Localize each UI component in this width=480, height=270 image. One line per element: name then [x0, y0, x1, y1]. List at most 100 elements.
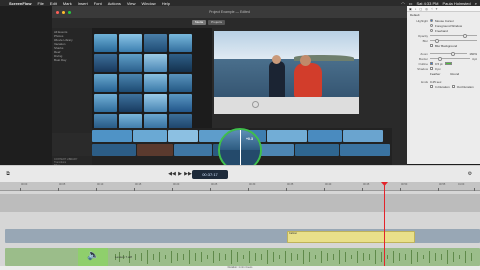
menu-view[interactable]: View: [127, 1, 136, 6]
ruler-label: 01:00: [458, 183, 465, 186]
menu-insert[interactable]: Insert: [78, 1, 88, 6]
play-circle-icon[interactable]: [252, 101, 259, 108]
ends-value[interactable]: 0.25 sec: [430, 80, 441, 84]
library-item[interactable]: Boat Day: [54, 58, 90, 62]
preset-select[interactable]: Default: [410, 13, 420, 17]
transport-bar: ⧉ ◀◀ ▶ ▶▶ 00:37:17 ⚙: [0, 165, 480, 182]
out-duration-checkbox[interactable]: [451, 85, 455, 88]
audio-properties-icon[interactable]: ♪: [415, 7, 417, 11]
play-icon[interactable]: ▶: [176, 170, 184, 178]
screen-recording-icon[interactable]: ▢: [419, 7, 422, 11]
in-duration-checkbox[interactable]: [430, 85, 433, 88]
battery-icon[interactable]: ▭: [409, 1, 413, 6]
media-thumbnail[interactable]: [169, 94, 192, 112]
app-menu[interactable]: ScreenFlow: [9, 1, 31, 6]
timeline-clip[interactable]: [92, 130, 132, 142]
media-thumbnail[interactable]: [169, 74, 192, 92]
timeline-clip[interactable]: [174, 144, 212, 156]
media-thumbnail[interactable]: [144, 34, 167, 52]
media-thumbnail[interactable]: [169, 54, 192, 72]
tab-projects[interactable]: Projects: [208, 20, 226, 25]
clock[interactable]: Sat 4:33 PM: [416, 1, 438, 6]
empty-track[interactable]: [0, 194, 480, 212]
menu-font[interactable]: Font: [94, 1, 102, 6]
timeline-clip[interactable]: [133, 130, 167, 142]
fast-forward-icon[interactable]: ▶▶: [184, 170, 192, 178]
media-thumbnail[interactable]: [119, 54, 142, 72]
media-thumbnail[interactable]: [144, 94, 167, 112]
crop-icon[interactable]: ⧉: [4, 170, 12, 178]
blur-bg-row: Blur Background: [407, 43, 480, 48]
blur-background-checkbox[interactable]: [430, 44, 433, 47]
media-thumbnail[interactable]: [94, 54, 117, 72]
ruler-label: 00:50: [401, 183, 408, 186]
out-duration-label: Out Duration: [456, 84, 474, 89]
media-thumbnail[interactable]: [94, 94, 117, 112]
media-thumbnail[interactable]: [144, 54, 167, 72]
media-thumbnail[interactable]: [119, 34, 142, 52]
boat-deck: [214, 97, 359, 114]
highlight-window-radio[interactable]: [430, 24, 433, 27]
menu-window[interactable]: Window: [141, 1, 155, 6]
timeline-clip[interactable]: [343, 130, 383, 142]
tab-media[interactable]: Media: [192, 20, 207, 25]
media-thumbnail[interactable]: [119, 74, 142, 92]
timeline-clip[interactable]: [295, 144, 339, 156]
spotlight-icon[interactable]: ⌕: [475, 1, 477, 6]
timeline-clip[interactable]: [137, 144, 173, 156]
zoom-value[interactable]: 160%: [469, 52, 477, 56]
zoom-callout-label: +0.3: [246, 137, 253, 141]
opacity-slider[interactable]: [430, 33, 477, 38]
highlight-mouse-radio[interactable]: [430, 19, 433, 22]
audio-track[interactable]: [5, 248, 480, 266]
timeline-clip[interactable]: [308, 130, 342, 142]
shadow-checkbox[interactable]: [430, 67, 433, 70]
timeline-clip[interactable]: [267, 130, 307, 142]
timeline-clip[interactable]: [92, 144, 136, 156]
border-slider[interactable]: [430, 56, 470, 61]
text-icon[interactable]: T: [436, 7, 438, 11]
video-properties-icon[interactable]: ▣: [409, 7, 412, 11]
user-name[interactable]: Paula Holmsted: [443, 1, 471, 6]
border-label: Border: [418, 56, 428, 61]
callout-action-clip[interactable]: [287, 231, 415, 243]
media-thumbnail[interactable]: [94, 34, 117, 52]
timeline-clip[interactable]: [340, 144, 390, 156]
shadow-label: Shadow: [417, 66, 428, 71]
menu-help[interactable]: Help: [162, 1, 170, 6]
rewind-icon[interactable]: ◀◀: [168, 170, 176, 178]
outline-label: Outline: [418, 61, 428, 66]
highlight-mouse-label: Mouse Cursor: [435, 18, 454, 23]
timeline-clip[interactable]: [168, 130, 198, 142]
outline-checkbox[interactable]: [430, 62, 433, 65]
touch-icon[interactable]: ☝: [431, 7, 433, 11]
outline-value[interactable]: 0.5 pt: [435, 62, 443, 66]
media-thumbnail[interactable]: [94, 74, 117, 92]
media-thumbnail[interactable]: [169, 34, 192, 52]
menubar-status: ◠ ▭ Sat 4:33 PM Paula Holmsted ⌕: [401, 1, 477, 6]
wifi-icon[interactable]: ◠: [401, 1, 405, 6]
highlight-freehand-radio[interactable]: [430, 29, 433, 32]
feather-round-row: Feather Round: [407, 71, 480, 76]
thumbnail-grid: [94, 34, 192, 132]
playhead[interactable]: [384, 182, 385, 268]
timecode-display[interactable]: 00:37:17: [192, 170, 228, 179]
zoom-slider[interactable]: [430, 51, 468, 56]
blur-label: Blur: [422, 38, 428, 43]
imovie-titlebar: Project Example — Edited: [52, 6, 407, 18]
media-thumbnail[interactable]: [144, 74, 167, 92]
media-thumbnail[interactable]: [119, 94, 142, 112]
shadow-value[interactable]: 0 px: [435, 67, 441, 71]
menu-mark[interactable]: Mark: [63, 1, 72, 6]
timeline-ruler[interactable]: 00:00 00:05 00:10 00:15 00:20 00:25 00:3…: [0, 182, 480, 191]
menu-edit[interactable]: Edit: [50, 1, 57, 6]
callout-icon[interactable]: ◎: [425, 7, 428, 11]
video-viewer[interactable]: [214, 31, 359, 114]
outline-color-swatch[interactable]: [444, 62, 452, 65]
menu-file[interactable]: File: [37, 1, 43, 6]
menu-actions[interactable]: Actions: [108, 1, 121, 6]
border-value[interactable]: 4 pt: [472, 57, 477, 61]
blur-slider[interactable]: [430, 38, 477, 43]
ruler-label: 00:40: [325, 183, 332, 186]
settings-icon[interactable]: ⚙: [466, 170, 474, 178]
